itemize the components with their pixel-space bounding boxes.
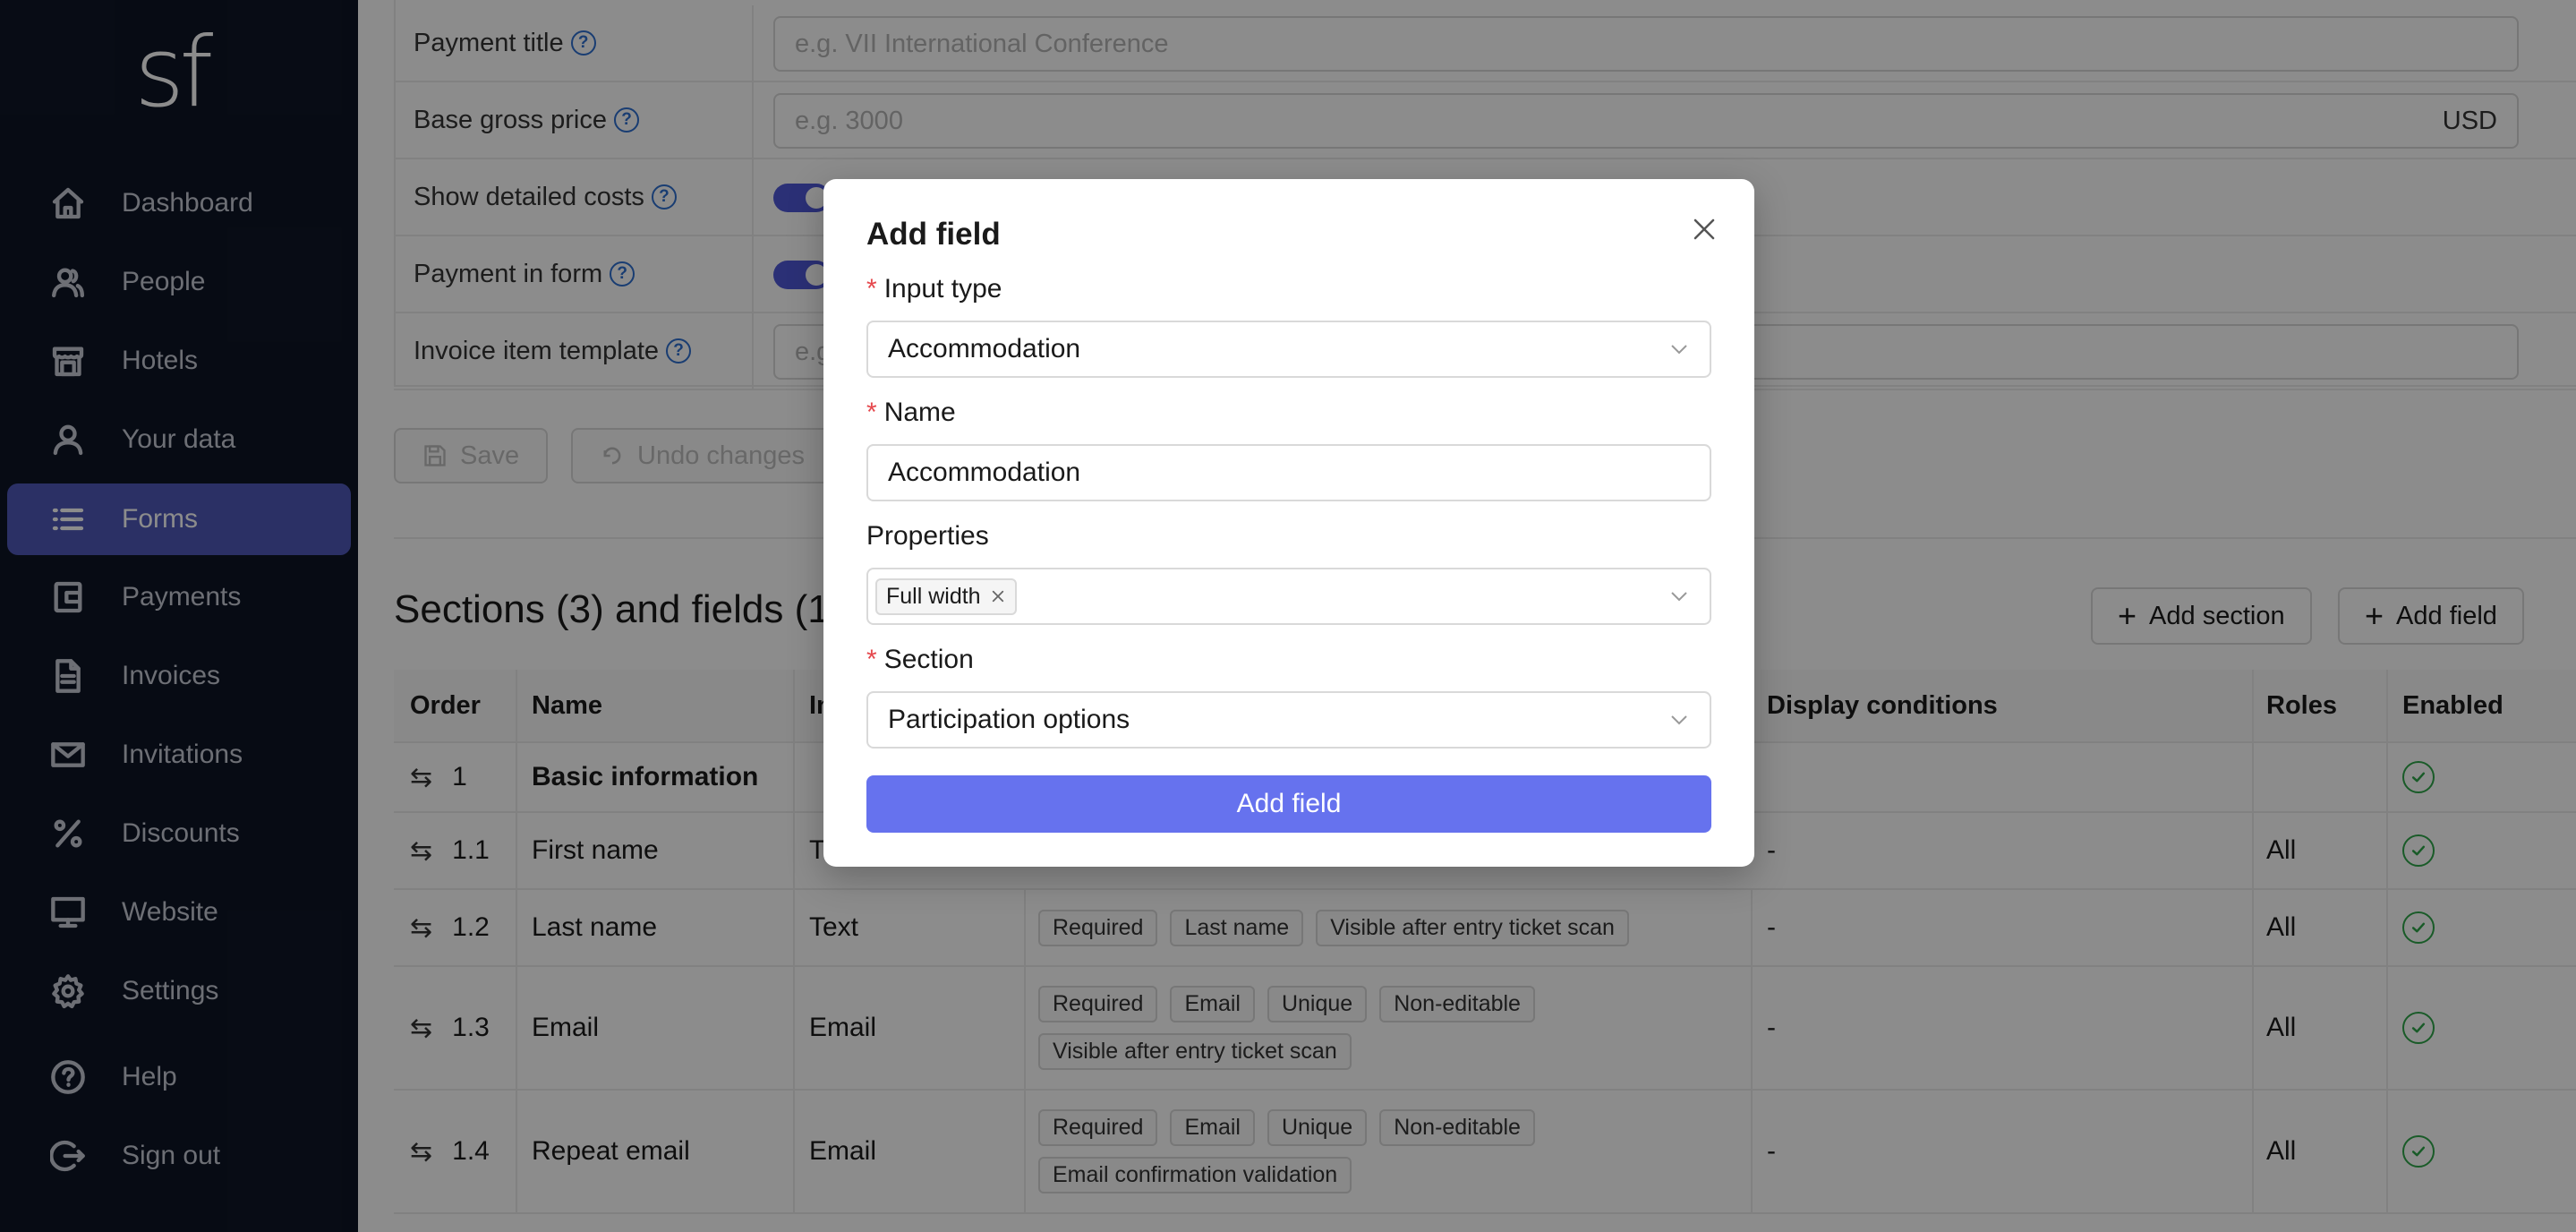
add-field-submit-button[interactable]: Add field (866, 775, 1711, 833)
name-label: * Name (866, 398, 956, 427)
remove-chip-icon[interactable] (990, 588, 1006, 604)
required-asterisk: * (866, 645, 877, 674)
properties-label: Properties (866, 521, 989, 551)
input-type-label: * Input type (866, 274, 1002, 304)
required-asterisk: * (866, 274, 877, 304)
section-select[interactable]: Participation options (866, 691, 1711, 749)
chevron-down-icon (1671, 715, 1687, 725)
add-field-modal: Add field * Input type Accommodation * Nam… (823, 179, 1754, 867)
section-label: * Section (866, 645, 974, 674)
properties-select[interactable]: Full width (866, 568, 1711, 625)
modal-title: Add field (866, 217, 1001, 252)
property-chip: Full width (875, 578, 1017, 615)
chevron-down-icon (1671, 345, 1687, 355)
input-type-select[interactable]: Accommodation (866, 321, 1711, 378)
required-asterisk: * (866, 398, 877, 427)
close-icon[interactable] (1686, 211, 1722, 247)
chevron-down-icon (1671, 592, 1687, 602)
name-input[interactable]: Accommodation (866, 444, 1711, 501)
